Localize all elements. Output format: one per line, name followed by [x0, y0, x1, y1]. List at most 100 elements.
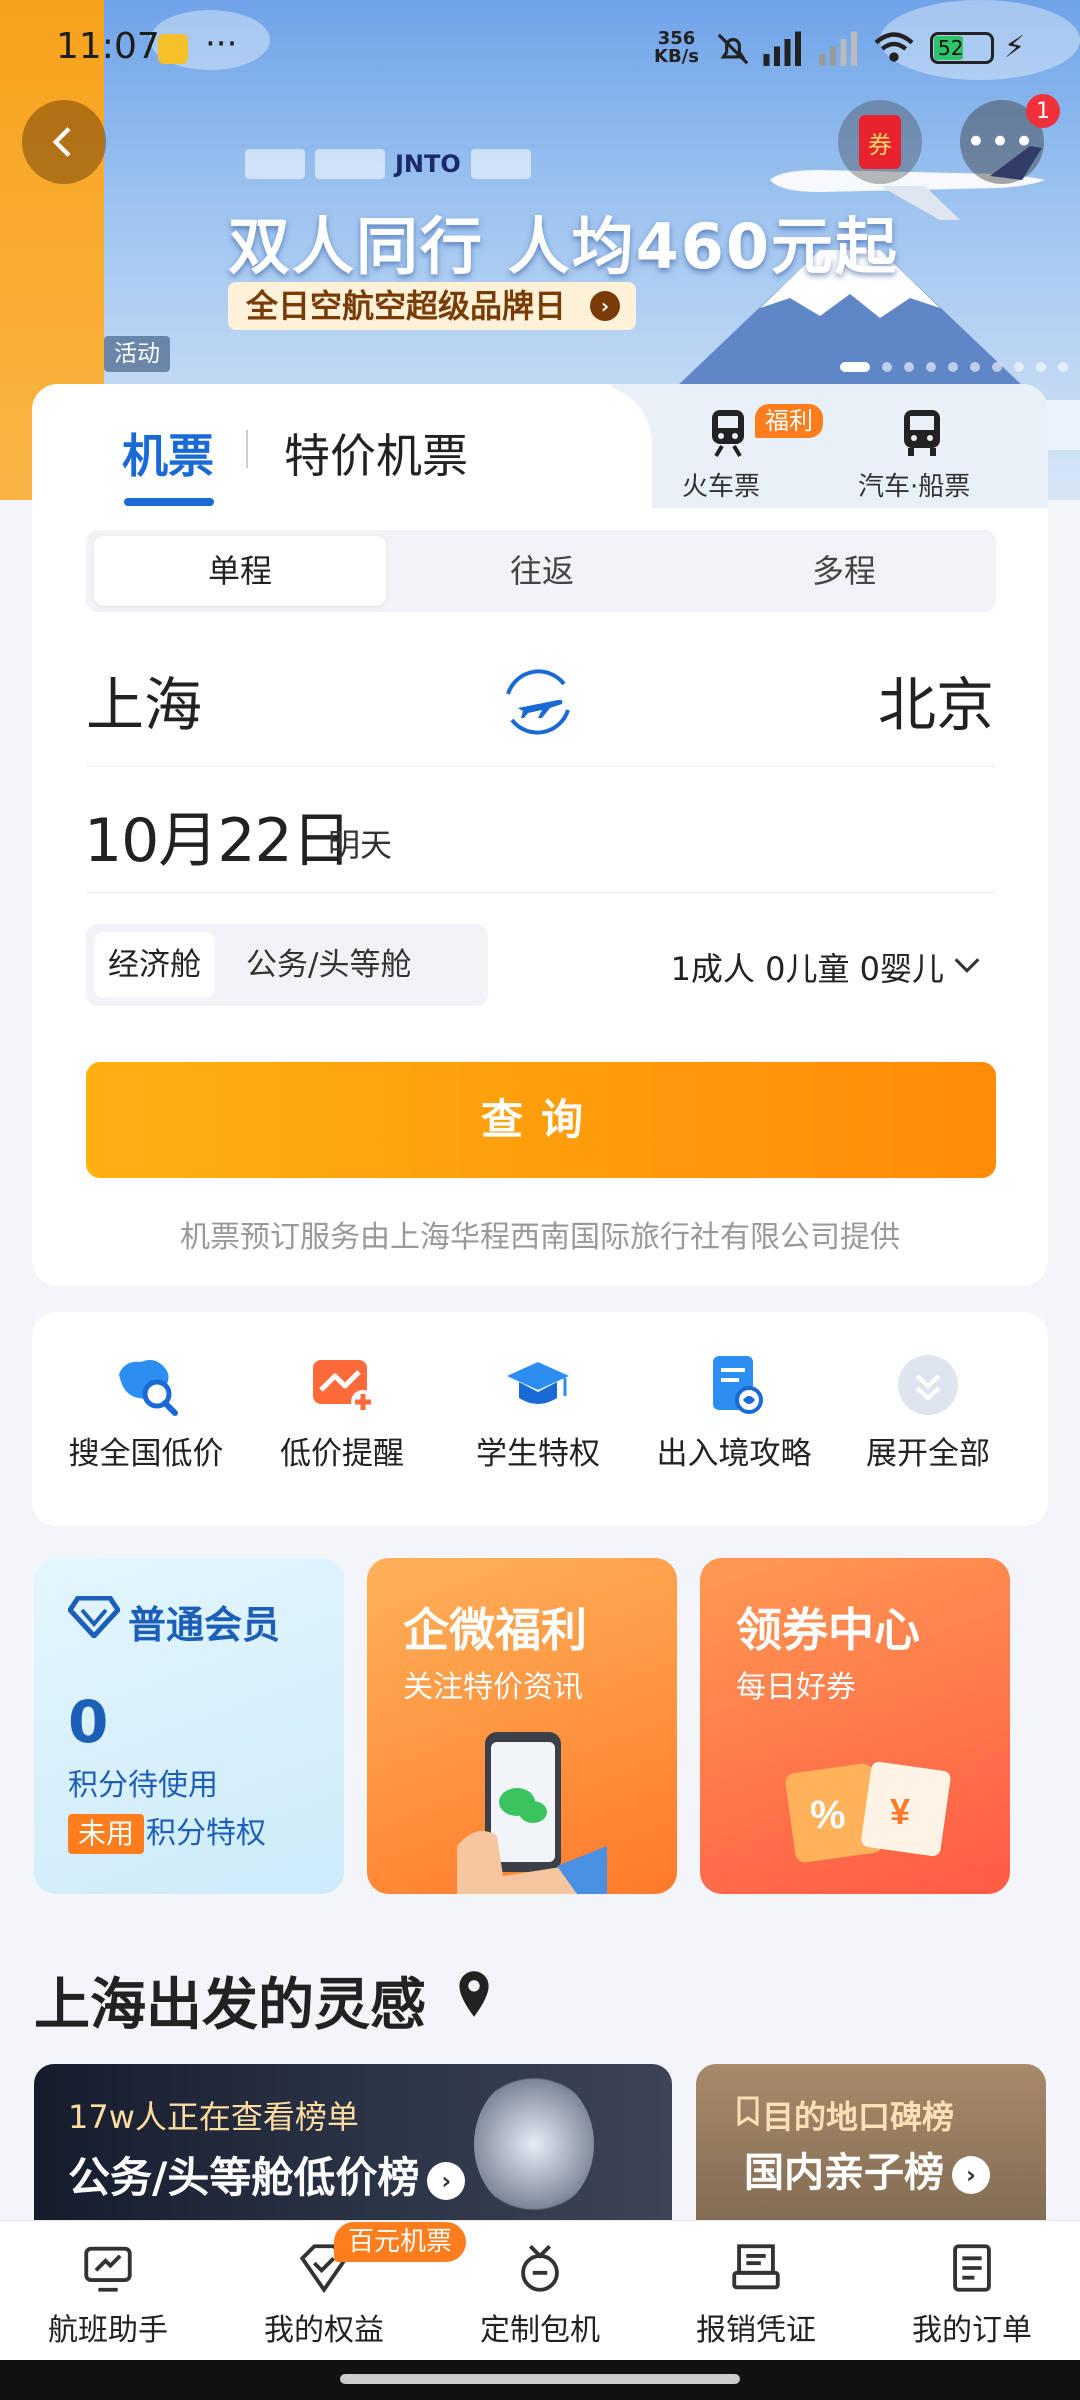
flight-search-card: 机票 特价机票 火车票 福利 汽车·船票 单程 往返 多程 上海 北京 10月2…: [32, 384, 1048, 1286]
orders-icon: [953, 2244, 991, 2292]
arrival-city[interactable]: 北京: [878, 658, 994, 742]
phone-in-hand-icon: [457, 1732, 607, 1894]
home-indicator[interactable]: [340, 2374, 740, 2384]
chevron-right-icon: ›: [427, 2161, 466, 2200]
wecom-benefits-card[interactable]: 企微福利 关注特价资讯: [367, 1558, 677, 1894]
red-envelope-icon: 券: [859, 115, 901, 169]
bookmark-icon: [737, 2096, 759, 2126]
notification-app-icon: [158, 34, 188, 64]
chevron-right-icon: ›: [952, 2156, 990, 2194]
carousel-dots: [840, 362, 1080, 372]
points-privilege-label: 积分特权: [146, 1816, 266, 1851]
quick-links-card: 搜全国低价 低价提醒 学生特权 出入境攻略 展开全部: [32, 1312, 1048, 1526]
banner-subtitle-pill[interactable]: 全日空航空超级品牌日 ›: [228, 282, 637, 330]
tabs-secondary-bg: [612, 384, 1048, 508]
departure-city[interactable]: 上海: [86, 658, 202, 742]
map-search-icon: [119, 1360, 178, 1416]
destination-ranking-label: 目的地口碑榜: [762, 2098, 955, 2136]
receipt-icon: [732, 2244, 780, 2290]
chevron-down-icon[interactable]: [950, 948, 984, 982]
mute-bell-icon: [717, 33, 749, 65]
svg-text:¥: ¥: [890, 1791, 910, 1832]
sponsor-logos: JNTO: [245, 144, 555, 184]
notification-badge: 1: [1026, 94, 1060, 128]
charging-icon: ⚡: [1004, 30, 1026, 65]
passenger-selector[interactable]: 1成人 0儿童 0婴儿: [671, 944, 944, 990]
membership-card[interactable]: 普通会员 0 积分待使用 未用 积分特权: [34, 1558, 344, 1894]
ranking-title: 公务/头等舱低价榜 ›: [68, 2144, 466, 2205]
family-ranking-title: 国内亲子榜 ›: [744, 2140, 990, 2198]
points-count: 0: [68, 1688, 109, 1756]
quick-link-price-alert[interactable]: 低价提醒: [242, 1352, 442, 1473]
svg-text:%: %: [810, 1793, 846, 1837]
back-arrow-icon: [52, 127, 71, 157]
banner-subtitle: 全日空航空超级品牌日: [246, 287, 567, 325]
red-envelope-button[interactable]: 券: [838, 100, 922, 184]
location-pin-icon[interactable]: [454, 1968, 494, 2020]
nav-my-orders[interactable]: 我的订单: [864, 2239, 1080, 2349]
points-label: 积分待使用: [68, 1768, 218, 1803]
round-trip-option[interactable]: 往返: [396, 536, 688, 606]
unused-tag: 未用: [68, 1814, 145, 1854]
battery-icon: 52: [930, 32, 994, 64]
signal-strength-icon: [763, 31, 801, 66]
one-way-option[interactable]: 单程: [94, 536, 386, 606]
coupon-center-title: 领券中心: [736, 1603, 920, 1657]
jnto-logo: JNTO: [395, 150, 461, 178]
family-ranking-card[interactable]: 目的地口碑榜 国内亲子榜 ›: [696, 2064, 1046, 2244]
tab-special-flight[interactable]: 特价机票: [284, 420, 468, 486]
swap-cities-button[interactable]: [496, 660, 580, 744]
tab-bus-ferry[interactable]: 汽车·船票: [858, 466, 970, 503]
quick-link-expand-all[interactable]: 展开全部: [828, 1352, 1028, 1473]
quick-link-entry-exit-guide[interactable]: 出入境攻略: [634, 1352, 834, 1473]
banner-headline: 双人同行 人均460元起: [228, 210, 900, 283]
cabin-window-image: [474, 2074, 594, 2214]
coupon-center-card[interactable]: 领券中心 每日好券 % ¥: [700, 1558, 1010, 1894]
ranking-viewers: 17w人正在查看榜单: [68, 2098, 359, 2136]
more-notifications-icon: ···: [205, 24, 238, 64]
service-provider-note: 机票预订服务由上海华程西南国际旅行社有限公司提供: [180, 1220, 900, 1255]
activity-tag: 活动: [104, 336, 170, 372]
flight-assistant-icon: [84, 2246, 132, 2292]
economy-class-option[interactable]: 经济舱: [94, 932, 215, 998]
benefits-promo-badge: 百元机票: [334, 2222, 467, 2262]
train-icon[interactable]: [704, 406, 752, 458]
inspiration-section-title: 上海出发的灵感: [34, 1973, 426, 2038]
active-tab-indicator: [124, 498, 214, 506]
nav-flight-assistant[interactable]: 航班助手: [0, 2239, 216, 2349]
divider: [86, 766, 996, 767]
departure-date[interactable]: 10月22日: [84, 792, 352, 879]
bus-icon[interactable]: [898, 406, 946, 458]
nav-reimbursement[interactable]: 报销凭证: [648, 2239, 864, 2349]
wecom-subtitle: 关注特价资讯: [403, 1670, 583, 1705]
bottom-navigation: 航班助手 我的权益 定制包机 报销凭证 我的订单: [0, 2220, 1080, 2360]
tab-flight[interactable]: 机票: [122, 420, 214, 486]
graduation-cap-icon: [507, 1362, 569, 1404]
nav-custom-charter[interactable]: 定制包机: [432, 2239, 648, 2349]
train-welfare-badge: 福利: [755, 404, 823, 438]
coupon-icon: % ¥: [785, 1761, 951, 1863]
status-time: 11:07: [56, 26, 160, 67]
departure-date-relative: 明天: [328, 826, 393, 864]
price-alert-icon: [313, 1360, 375, 1414]
quick-link-nationwide-low-price[interactable]: 搜全国低价: [46, 1352, 246, 1473]
tab-divider: [246, 430, 248, 468]
diamond-icon: [68, 1596, 120, 1638]
wifi-icon: [874, 32, 914, 62]
coupon-center-subtitle: 每日好券: [736, 1670, 856, 1705]
tab-train[interactable]: 火车票: [682, 466, 760, 503]
divider: [86, 892, 996, 893]
signal-strength-2-icon: [819, 31, 857, 66]
business-class-ranking-card[interactable]: 17w人正在查看榜单 公务/头等舱低价榜 ›: [34, 2064, 672, 2244]
status-bar: 11:07 ··· 356 KB/s 52 ⚡: [0, 0, 1080, 100]
member-level: 普通会员: [128, 1603, 281, 1647]
back-button[interactable]: [22, 100, 106, 184]
quick-link-student-privilege[interactable]: 学生特权: [438, 1352, 638, 1473]
network-speed: 356 KB/s: [654, 28, 699, 67]
trip-type-selector: 单程 往返 多程: [86, 530, 996, 612]
document-guide-icon: [713, 1356, 763, 1414]
search-flights-button[interactable]: 查询: [86, 1062, 996, 1178]
charter-icon: [521, 2244, 559, 2292]
business-first-class-option[interactable]: 公务/头等舱: [246, 932, 411, 998]
multi-city-option[interactable]: 多程: [698, 536, 990, 606]
